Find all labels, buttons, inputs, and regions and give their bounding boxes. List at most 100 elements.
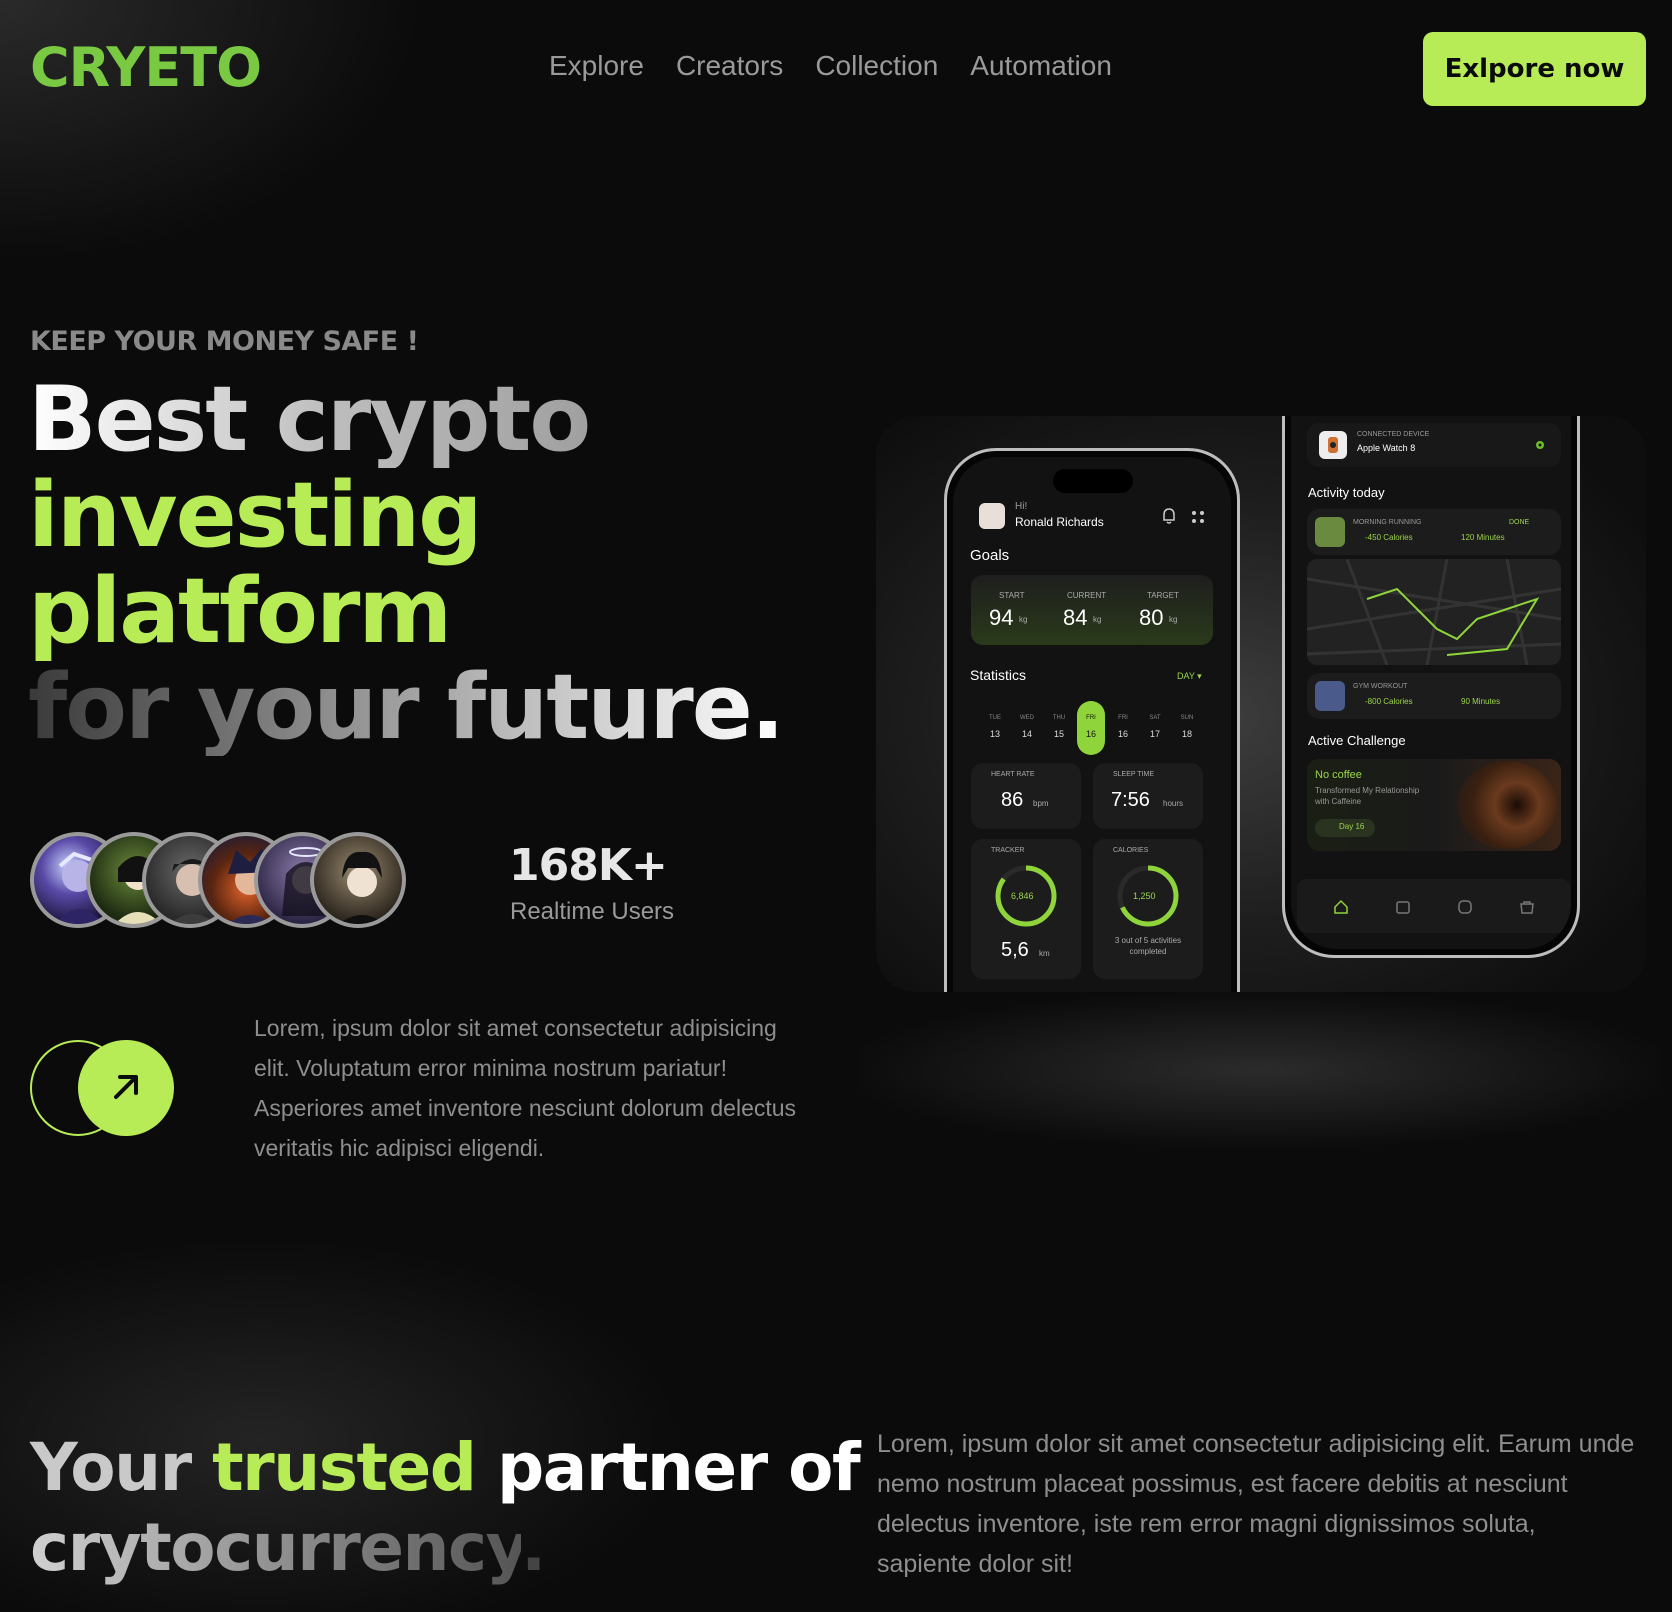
title-word-your: Your	[30, 1429, 192, 1506]
gym-calories: -800 Calories	[1365, 697, 1413, 706]
heart-rate-card: HEART RATE 86 bpm	[971, 763, 1081, 829]
day-name: SAT	[1149, 715, 1161, 721]
goal-target-value: 80	[1139, 605, 1164, 630]
day-item[interactable]: FRI 16	[1077, 701, 1105, 755]
run-calories: -450 Calories	[1365, 533, 1413, 542]
arrow-button[interactable]	[78, 1040, 174, 1136]
section2-description: Lorem, ipsum dolor sit amet consectetur …	[877, 1430, 1635, 1578]
calories-ring-value: 1,250	[1133, 891, 1156, 901]
bottom-tab-bar	[1297, 879, 1571, 933]
day-name: WED	[1020, 715, 1034, 721]
home-icon[interactable]	[1333, 899, 1349, 919]
challenge-day: Day 16	[1339, 822, 1365, 831]
nav-creators[interactable]: Creators	[676, 50, 783, 82]
settings-icon[interactable]	[1533, 437, 1547, 456]
run-label: MORNING RUNNING	[1353, 519, 1422, 526]
calories-label: CALORIES	[1113, 847, 1149, 854]
route-map[interactable]	[1307, 559, 1561, 665]
device-label: CONNECTED DEVICE	[1357, 431, 1430, 438]
run-status-badge: DONE	[1509, 519, 1530, 526]
tracker-ring-value: 6,846	[1011, 891, 1034, 901]
goal-start-label: START	[999, 591, 1025, 600]
headline-line-2: investing	[28, 463, 483, 568]
day-name: TUE	[989, 715, 1001, 721]
bell-icon[interactable]	[1161, 507, 1177, 529]
grid-icon[interactable]	[1191, 509, 1205, 528]
title-word-trusted: trusted	[212, 1429, 477, 1506]
coffee-image	[1457, 761, 1557, 849]
sleep-time-card: SLEEP TIME 7:56 hours	[1093, 763, 1203, 829]
goal-current-unit: kg	[1093, 615, 1102, 624]
tracker-card: TRACKER 6,846 5,6 km	[971, 839, 1081, 979]
sleep-time-label: SLEEP TIME	[1113, 771, 1154, 778]
sleep-time-unit: hours	[1163, 799, 1184, 808]
arrow-up-right-icon	[106, 1067, 146, 1110]
headline-line-1: Best crypto	[28, 372, 783, 468]
hero-headline: Best crypto investing platform for your …	[28, 372, 785, 760]
watch-icon	[1319, 431, 1347, 459]
nav-collection[interactable]: Collection	[815, 50, 938, 82]
day-name: SUN	[1180, 715, 1194, 721]
user-name: Ronald Richards	[1015, 515, 1104, 529]
goal-target-unit: kg	[1169, 615, 1178, 624]
connected-device-card[interactable]: CONNECTED DEVICE Apple Watch 8	[1307, 423, 1561, 467]
goals-card: START 94 kg CURRENT 84 kg TARGET 80 kg	[971, 575, 1213, 645]
day-number: 18	[1181, 729, 1192, 739]
gym-label: GYM WORKOUT	[1353, 683, 1408, 690]
day-item[interactable]: TUE 13	[981, 701, 1009, 755]
nav-automation[interactable]: Automation	[970, 50, 1112, 82]
users-label: Realtime Users	[510, 898, 675, 925]
hero-eyebrow: KEEP YOUR MONEY SAFE !	[30, 326, 419, 357]
store-icon[interactable]	[1519, 899, 1535, 919]
phone-right: CONNECTED DEVICE Apple Watch 8 Activity …	[1282, 416, 1580, 958]
goal-current-label: CURRENT	[1067, 591, 1107, 600]
day-item[interactable]: SUN 18	[1173, 701, 1201, 755]
section2-title: Your trusted partner of crytocurrency.	[30, 1428, 861, 1588]
day-item[interactable]: SAT 17	[1141, 701, 1169, 755]
heart-rate-label: HEART RATE	[991, 771, 1035, 778]
morning-running-card[interactable]: MORNING RUNNING DONE -450 Calories 120 M…	[1307, 509, 1561, 555]
running-thumb	[1315, 517, 1345, 547]
goals-title: Goals	[970, 547, 1010, 564]
challenge-day-badge: Day 16	[1315, 819, 1375, 837]
day-name: FRI	[1086, 715, 1096, 721]
tracker-value: 5,6	[1001, 939, 1029, 961]
gym-thumb	[1315, 681, 1345, 711]
run-minutes: 120 Minutes	[1461, 533, 1505, 542]
headline-line-4: for your future.	[28, 655, 785, 760]
day-item[interactable]: THU 15	[1045, 701, 1073, 755]
calories-note: 3 out of 5 activities completed	[1114, 936, 1182, 956]
avatar	[310, 832, 406, 928]
statistics-title: Statistics	[970, 667, 1027, 683]
calories-card: CALORIES 1,250 3 out of 5 activities com…	[1093, 839, 1203, 979]
profile-avatar[interactable]	[979, 503, 1005, 529]
challenge-card[interactable]: No coffee Transformed My Relationship wi…	[1307, 759, 1561, 851]
day-item[interactable]: WED 14	[1013, 701, 1041, 755]
goal-start-unit: kg	[1019, 615, 1028, 624]
stats-period-select[interactable]: DAY ▾	[1177, 671, 1202, 682]
goal-target-label: TARGET	[1147, 591, 1179, 600]
day-number: 16	[1117, 729, 1128, 739]
explore-now-button[interactable]: Exlpore now	[1423, 32, 1646, 106]
calendar-icon[interactable]	[1395, 899, 1411, 919]
heart-rate-value: 86	[1001, 789, 1024, 811]
gym-workout-card[interactable]: GYM WORKOUT -800 Calories 90 Minutes	[1307, 673, 1561, 719]
goal-start-value: 94	[989, 605, 1014, 630]
challenge-title: Active Challenge	[1308, 733, 1406, 748]
headline-line-3: platform	[28, 559, 452, 664]
day-number: 17	[1149, 729, 1160, 739]
nav-explore[interactable]: Explore	[549, 50, 644, 82]
gym-minutes: 90 Minutes	[1461, 697, 1501, 706]
day-number: 14	[1021, 729, 1032, 739]
dynamic-island	[1053, 469, 1133, 493]
day-number: 16	[1085, 729, 1096, 739]
greeting: Hi!	[1015, 501, 1028, 512]
activity-title: Activity today	[1308, 485, 1385, 500]
title-word-crytocurrency: crytocurrency	[30, 1509, 523, 1586]
day-item[interactable]: FRI 16	[1109, 701, 1137, 755]
logo[interactable]: CRYETO	[30, 36, 262, 99]
app-mockup: Hi! Ronald Richards Goals START 94 kg CU…	[876, 416, 1646, 992]
user-avatars	[30, 832, 410, 928]
phone-left: Hi! Ronald Richards Goals START 94 kg CU…	[944, 448, 1240, 992]
stats-icon[interactable]	[1457, 899, 1473, 919]
